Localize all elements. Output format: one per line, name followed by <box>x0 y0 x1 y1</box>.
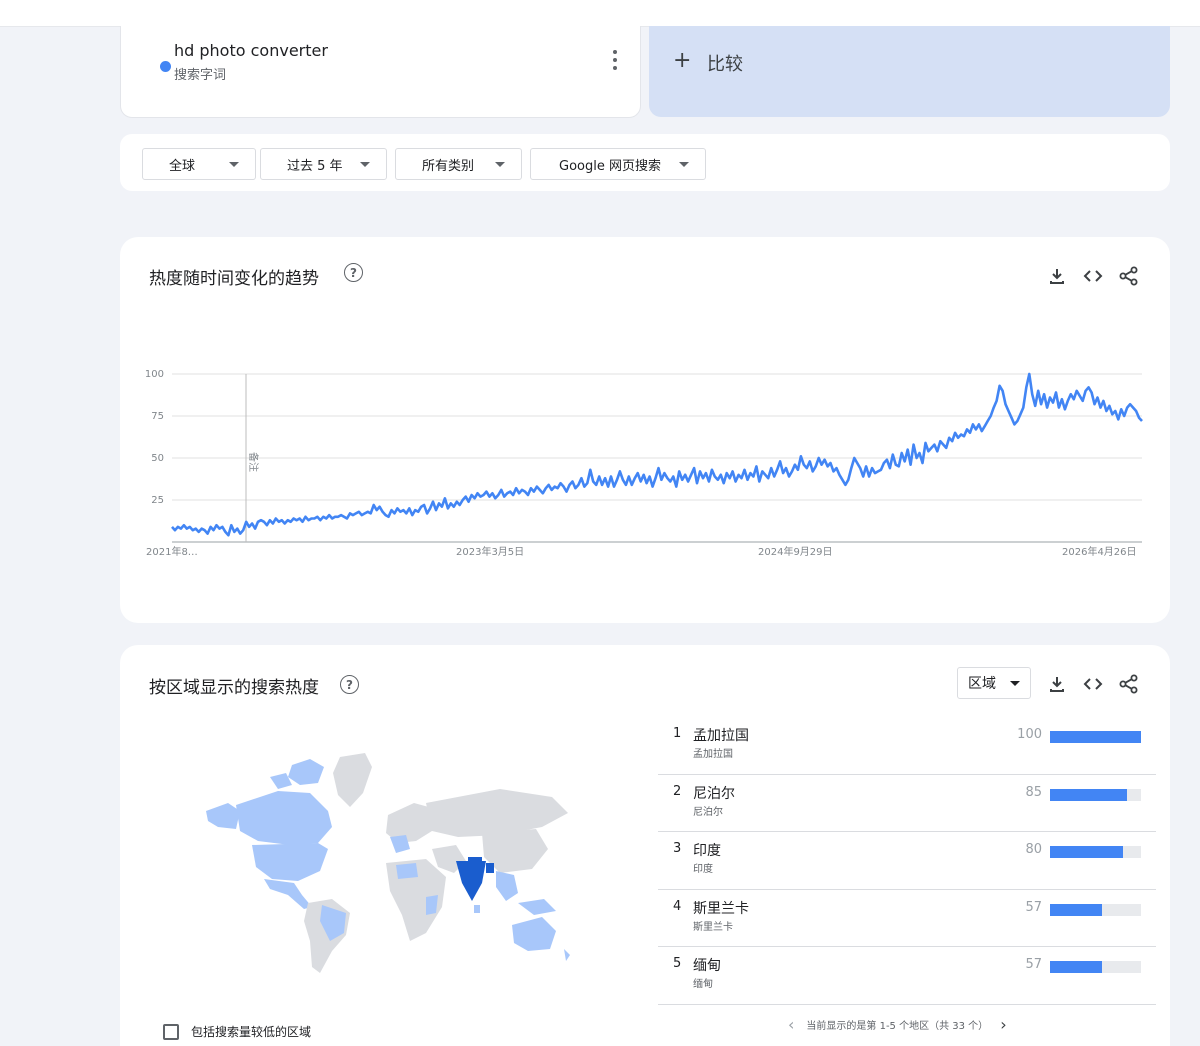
search-term-type: 搜索字词 <box>174 68 227 83</box>
compare-label: 比较 <box>707 54 743 75</box>
value-bar-track <box>1050 961 1141 973</box>
ranking-number: 3 <box>673 841 682 856</box>
download-icon[interactable] <box>1046 673 1068 695</box>
embed-icon[interactable] <box>1082 673 1104 695</box>
region-subname: 缅甸 <box>693 979 713 990</box>
region-value: 100 <box>1017 727 1042 742</box>
region-pager: ‹ 当前显示的是第 1-5 个地区（共 33 个） › <box>788 1015 1007 1034</box>
map-russia <box>426 789 568 837</box>
chevron-down-icon <box>229 161 239 167</box>
value-bar <box>1050 731 1141 743</box>
region-card-title: 按区域显示的搜索热度 <box>149 678 319 698</box>
series-line <box>171 372 1143 537</box>
filter-location-label: 全球 <box>169 158 196 174</box>
region-subname: 印度 <box>693 864 713 875</box>
chevron-down-icon <box>360 161 370 167</box>
filter-location[interactable]: 全球 <box>142 148 256 180</box>
value-bar <box>1050 788 1128 801</box>
compare-button[interactable]: + 比较 <box>649 26 1170 117</box>
low-volume-checkbox[interactable] <box>163 1023 179 1040</box>
world-map[interactable] <box>200 745 580 980</box>
region-subname: 孟加拉国 <box>693 749 733 760</box>
low-volume-label: 包括搜索量较低的区域 <box>191 1025 312 1039</box>
map-sri-lanka <box>474 905 480 913</box>
region-value: 85 <box>1025 784 1042 800</box>
value-bar <box>1050 903 1102 916</box>
value-bar-track <box>1050 731 1141 743</box>
filter-category[interactable]: 所有类别 <box>395 148 522 180</box>
region-ranking-list: 1 孟加拉国 孟加拉国 100 2 尼泊尔 尼泊尔 85 3 印度 印度 80 4 斯里兰卡 斯里兰卡 57 5… <box>658 717 1156 1005</box>
trend-line-chart[interactable]: 100 75 50 25 备注 2021年8… 2023年3月5日 2024年9月29日 202… <box>120 237 1170 623</box>
ranking-row[interactable]: 2 尼泊尔 尼泊尔 85 <box>658 775 1156 832</box>
interest-over-time-card: 热度随时间变化的趋势 ? 100 75 50 25 备注 2021年8… 2023年3月5日… <box>120 237 1170 623</box>
x-tick-label: 2026年4月26日 <box>1062 545 1137 558</box>
ranking-number: 5 <box>673 956 682 971</box>
filter-time-label: 过去 5 年 <box>287 158 343 174</box>
region-name: 孟加拉国 <box>693 728 749 744</box>
region-value: 57 <box>1025 957 1042 972</box>
search-term-card[interactable]: hd photo converter 搜索字词 <box>120 26 641 118</box>
term-color-dot <box>160 61 171 72</box>
filter-time-range[interactable]: 过去 5 年 <box>260 148 387 180</box>
map-southeast-asia <box>496 871 518 901</box>
filter-search-type[interactable]: Google 网页搜索 <box>530 148 706 180</box>
region-subname: 尼泊尔 <box>693 806 723 818</box>
chevron-down-icon <box>1010 680 1020 686</box>
y-tick-label: 50 <box>151 453 164 464</box>
value-bar <box>1050 846 1123 858</box>
filter-bar: 全球 过去 5 年 所有类别 Google 网页搜索 <box>120 134 1170 191</box>
y-tick-label: 75 <box>151 411 164 422</box>
value-bar <box>1050 961 1102 973</box>
plus-icon: + <box>673 48 692 73</box>
ranking-number: 4 <box>673 898 682 914</box>
region-name: 印度 <box>693 843 721 859</box>
chevron-down-icon <box>679 161 689 167</box>
map-arctic-islands <box>288 759 324 785</box>
map-usa <box>252 843 328 881</box>
region-resolution-label: 区域 <box>968 676 996 692</box>
ranking-row[interactable]: 1 孟加拉国 孟加拉国 100 <box>658 717 1156 775</box>
region-name: 缅甸 <box>693 958 721 974</box>
x-tick-label: 2023年3月5日 <box>456 545 524 558</box>
filter-search-type-label: Google 网页搜索 <box>559 158 661 174</box>
share-icon[interactable] <box>1118 673 1140 695</box>
region-name: 斯里兰卡 <box>693 900 749 917</box>
map-canada <box>236 791 332 845</box>
ranking-number: 2 <box>673 783 682 799</box>
map-mexico <box>264 879 312 909</box>
x-tick-label: 2021年8… <box>146 545 198 558</box>
more-options-icon[interactable] <box>609 50 621 70</box>
x-tick-label: 2024年9月29日 <box>758 545 833 558</box>
value-bar-track <box>1050 903 1141 916</box>
region-value: 57 <box>1025 899 1042 915</box>
pager-text: 当前显示的是第 1-5 个地区（共 33 个） <box>806 1021 989 1032</box>
search-term-name: hd photo converter <box>174 41 328 60</box>
y-tick-label: 25 <box>151 495 164 506</box>
map-india <box>456 861 486 901</box>
map-alaska <box>206 803 240 829</box>
chevron-right-icon[interactable]: › <box>1000 1015 1006 1034</box>
low-volume-option[interactable]: 包括搜索量较低的区域 <box>163 1023 311 1040</box>
help-icon[interactable]: ? <box>340 675 359 694</box>
y-tick-label: 100 <box>145 369 164 380</box>
ranking-row[interactable]: 5 缅甸 缅甸 57 <box>658 947 1156 1005</box>
value-bar-track <box>1050 846 1141 858</box>
ranking-row[interactable]: 4 斯里兰卡 斯里兰卡 57 <box>658 890 1156 947</box>
ranking-number: 1 <box>673 726 682 741</box>
filter-category-label: 所有类别 <box>422 158 475 174</box>
region-name: 尼泊尔 <box>693 785 735 802</box>
chevron-left-icon[interactable]: ‹ <box>788 1015 794 1034</box>
note-label: 备注 <box>247 452 260 472</box>
map-bangladesh <box>486 863 494 873</box>
chevron-down-icon <box>495 161 505 167</box>
region-value: 80 <box>1025 842 1042 857</box>
region-subname: 斯里兰卡 <box>693 921 733 933</box>
ranking-row[interactable]: 3 印度 印度 80 <box>658 832 1156 890</box>
region-resolution-select[interactable]: 区域 <box>957 667 1031 699</box>
value-bar-track <box>1050 788 1141 801</box>
map-greenland <box>333 753 372 807</box>
map-australia <box>512 917 556 951</box>
interest-by-region-card: 按区域显示的搜索热度 ? 区域 1 孟加拉国 孟加拉国 100 2 尼泊尔 尼泊… <box>120 645 1170 1046</box>
